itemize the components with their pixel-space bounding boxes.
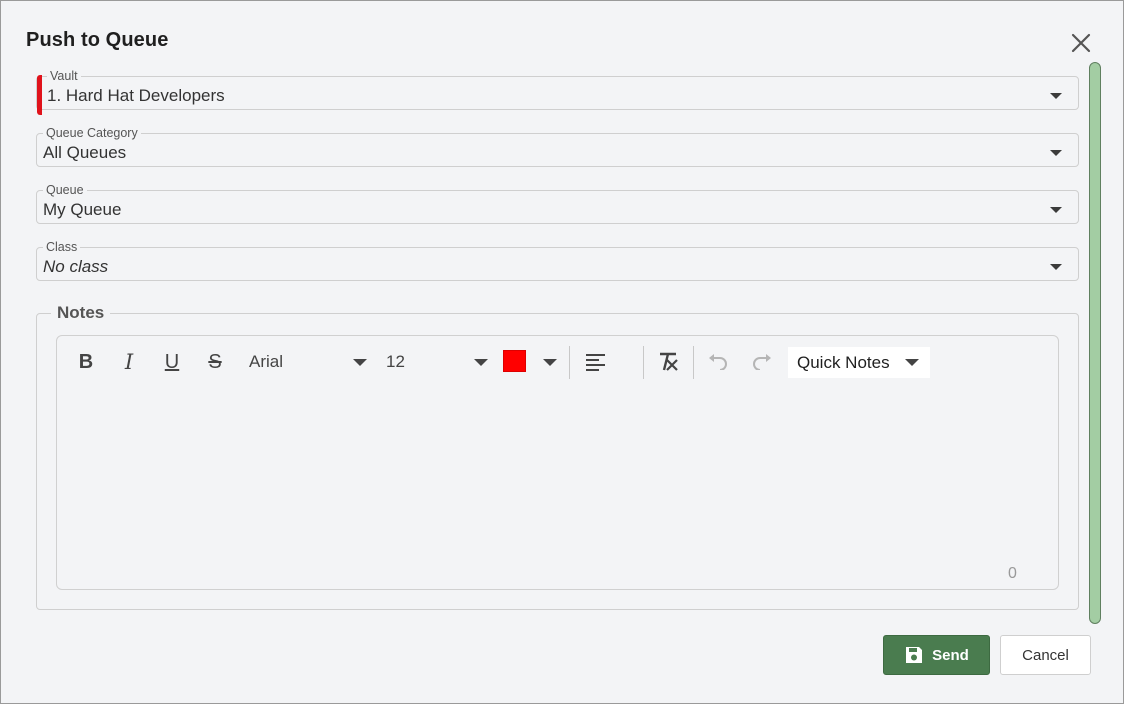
chevron-down-icon [1050,150,1062,156]
font-size-select[interactable]: 12 [386,346,488,378]
toolbar-divider [643,346,644,379]
font-family-select[interactable]: Arial [249,346,367,378]
toolbar-divider [693,346,694,379]
chevron-down-icon [1050,93,1062,99]
italic-button[interactable]: I [118,346,140,378]
chevron-down-icon [905,359,919,366]
chevron-down-icon [1050,264,1062,270]
dialog-title: Push to Queue [26,29,169,51]
queue-category-value: All Queues [43,143,127,162]
class-select[interactable]: Class No class [36,241,1079,281]
class-label: Class [46,240,78,254]
clear-formatting-button[interactable] [655,346,681,378]
chevron-down-icon [353,359,367,366]
strikethrough-button[interactable]: S [204,346,226,378]
vault-label: Vault [50,69,78,83]
text-color-swatch[interactable] [503,350,526,372]
chevron-down-icon [474,359,488,366]
font-size-value: 12 [386,352,405,371]
close-icon [1071,33,1091,53]
align-left-icon [586,354,605,371]
queue-category-label: Queue Category [46,126,138,140]
toolbar-divider [569,346,570,379]
bold-button[interactable]: B [75,346,97,378]
send-button[interactable]: Send [883,635,990,675]
undo-button[interactable] [705,346,731,378]
class-value: No class [43,257,109,276]
queue-select[interactable]: Queue My Queue [36,184,1079,224]
required-indicator [37,75,42,115]
vault-select[interactable]: Vault 1. Hard Hat Developers [36,69,1079,115]
notes-label: Notes [57,303,105,322]
undo-icon [709,354,727,370]
quick-notes-dropdown[interactable]: Quick Notes [788,347,930,378]
quick-notes-label: Quick Notes [797,352,890,372]
queue-value: My Queue [43,200,122,219]
chevron-down-icon [1050,207,1062,213]
scrollbar-thumb[interactable] [1089,62,1101,624]
align-button[interactable] [585,346,635,378]
cancel-label: Cancel [1022,646,1069,664]
send-label: Send [932,646,969,664]
redo-button[interactable] [749,346,775,378]
text-color-dropdown-icon[interactable] [543,359,557,366]
push-to-queue-dialog: Push to Queue Vault 1. Hard Hat Develope… [0,0,1124,704]
cancel-button[interactable]: Cancel [1000,635,1091,675]
vault-value: 1. Hard Hat Developers [47,86,225,105]
font-family-value: Arial [249,352,284,371]
character-count: 0 [1008,565,1017,582]
notes-editor[interactable]: B I U S Arial 12 Quick Notes 0 [56,335,1059,590]
close-button[interactable] [1067,29,1095,57]
clear-formatting-icon [660,352,678,371]
queue-label: Queue [46,183,84,197]
save-icon [906,647,923,663]
underline-button[interactable]: U [161,346,183,378]
queue-category-select[interactable]: Queue Category All Queues [36,127,1079,167]
redo-icon [753,354,771,370]
